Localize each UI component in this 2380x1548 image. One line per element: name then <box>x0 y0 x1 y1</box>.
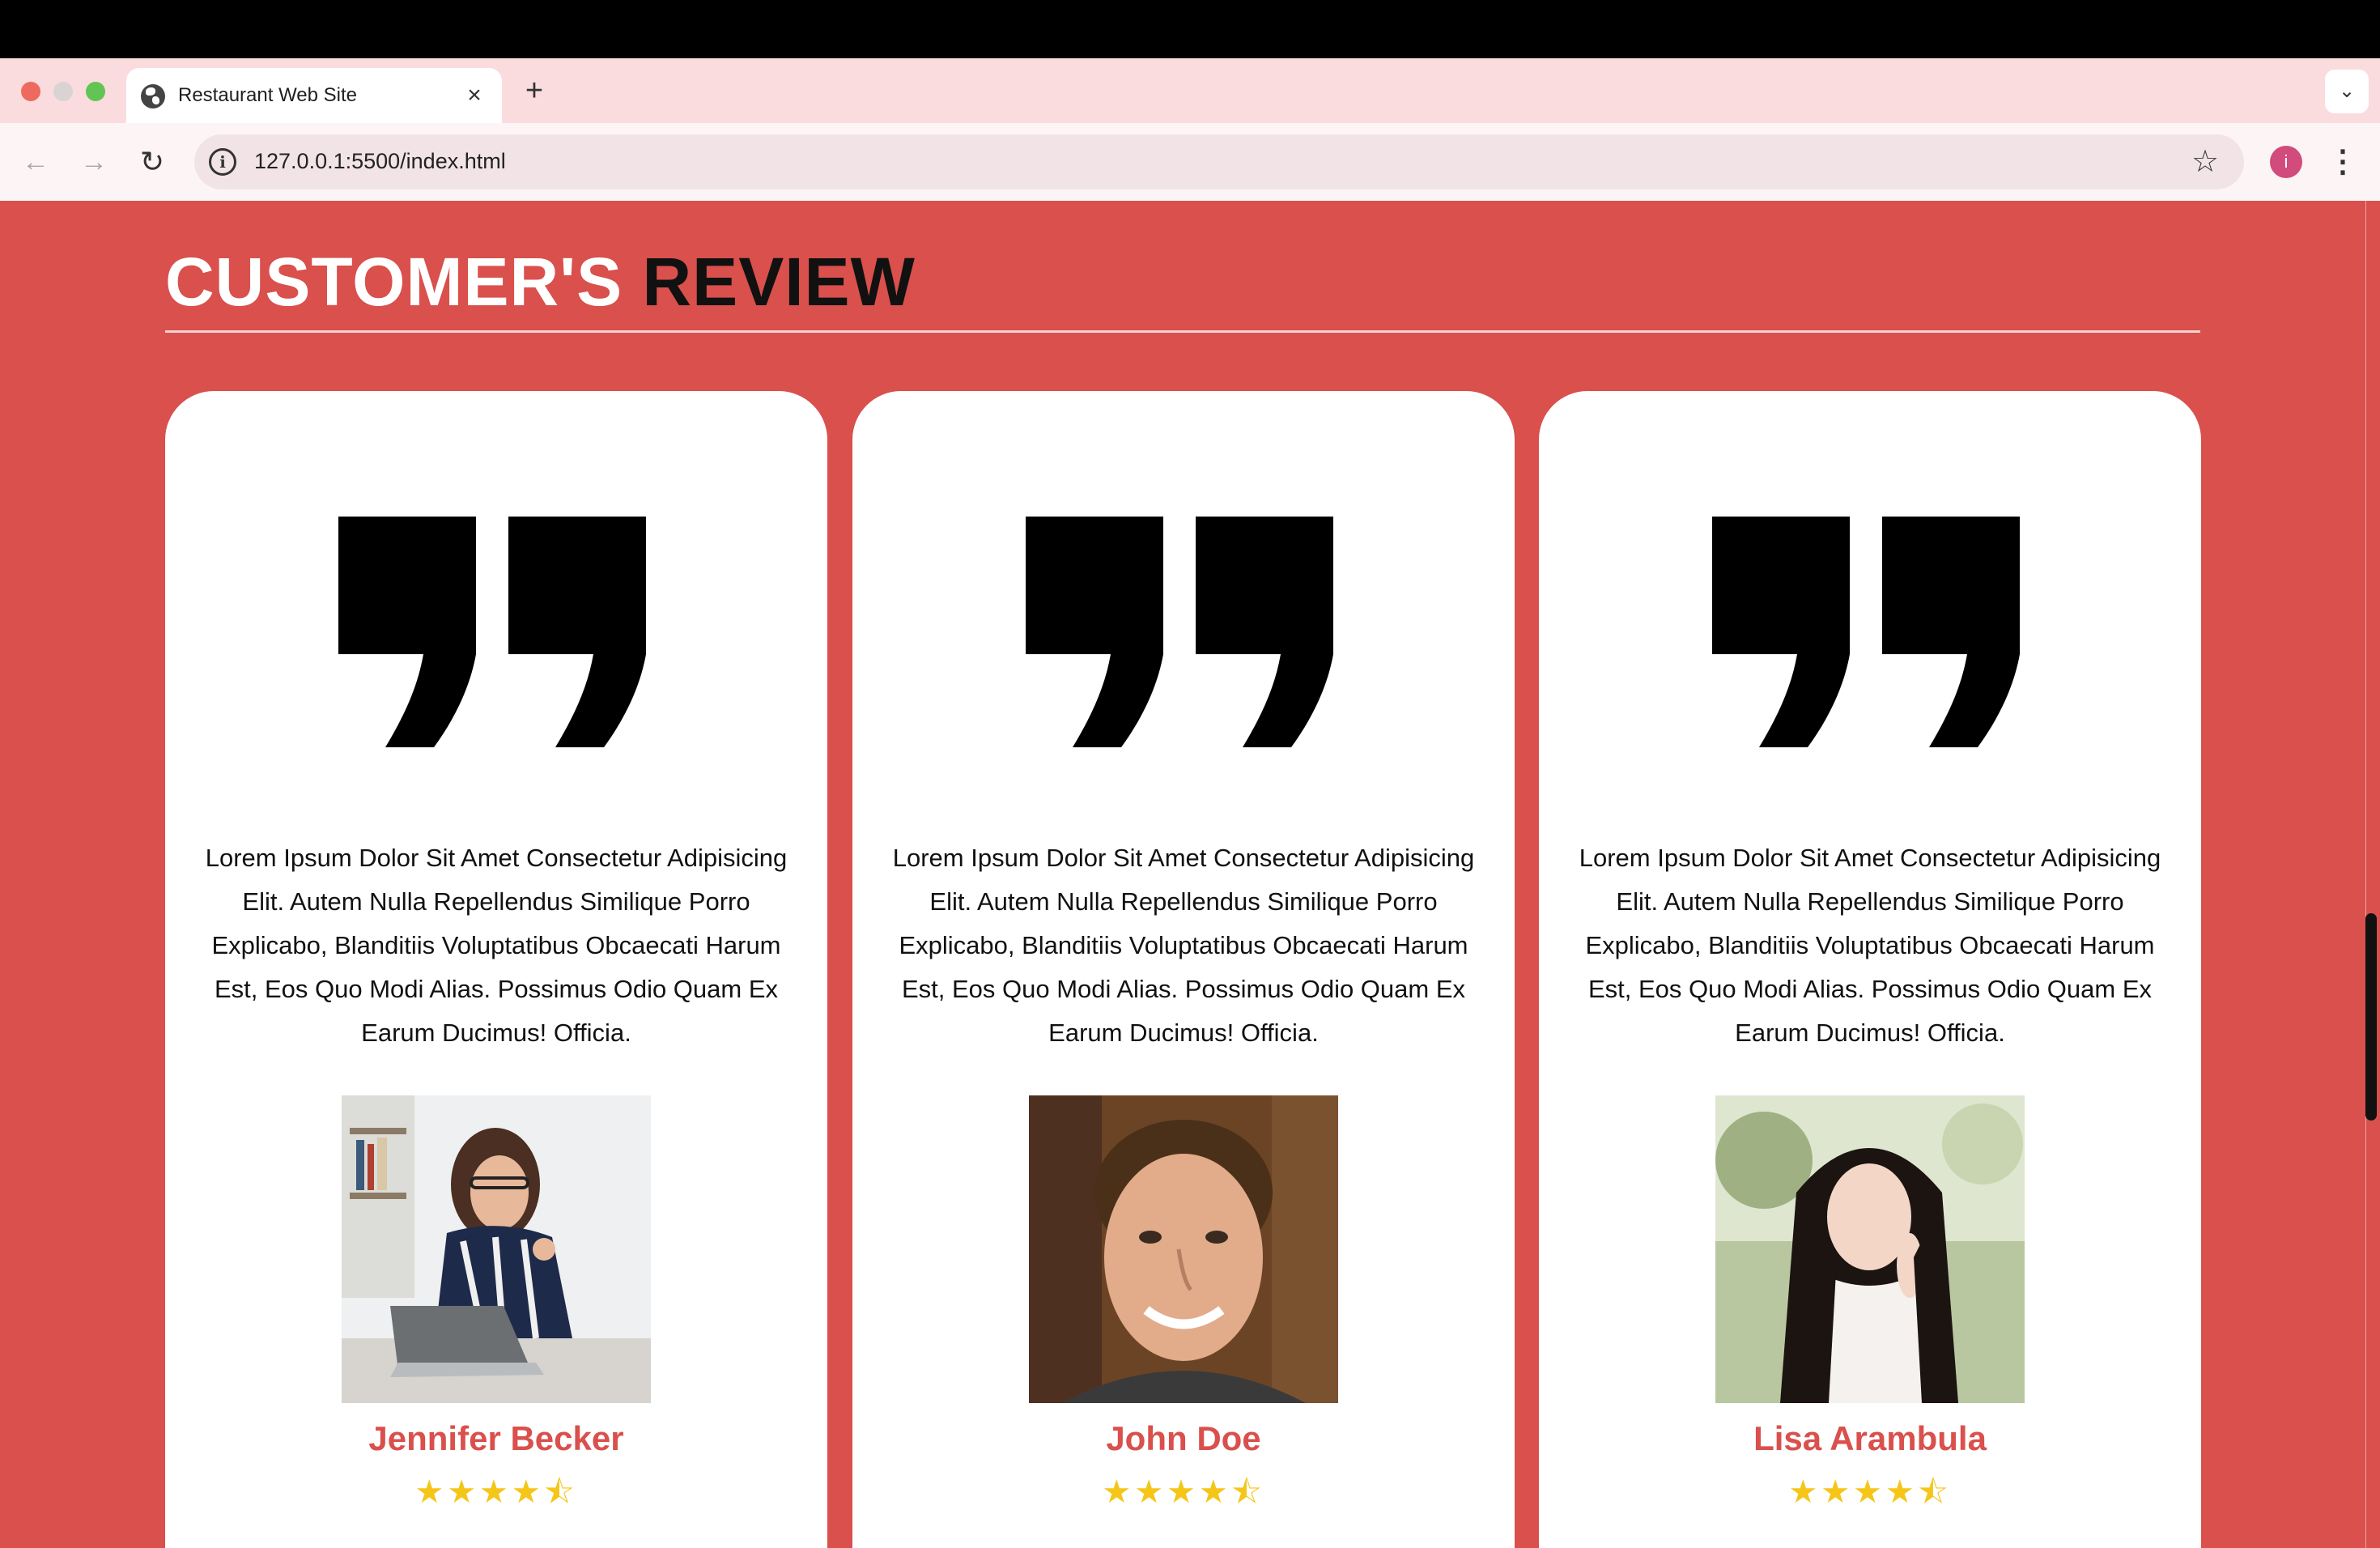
section-heading: CUSTOMER'S REVIEW <box>165 241 916 322</box>
customer-photo <box>342 1095 651 1403</box>
bookmark-star-icon[interactable]: ☆ <box>2186 142 2225 181</box>
heading-customers: CUSTOMER'S <box>165 244 623 320</box>
review-text: Lorem Ipsum Dolor Sit Amet Consectetur A… <box>892 844 1475 1047</box>
back-button[interactable]: ← <box>16 142 55 181</box>
url-text[interactable]: 127.0.0.1:5500/index.html <box>254 149 506 174</box>
scrollbar-thumb[interactable] <box>2365 913 2377 1121</box>
quote-icon <box>1712 517 2020 747</box>
heading-divider <box>165 330 2200 333</box>
close-tab-icon[interactable]: × <box>458 79 491 112</box>
tab-title: Restaurant Web Site <box>178 84 358 106</box>
reload-button[interactable]: ↻ <box>133 142 172 181</box>
forward-button[interactable]: → <box>74 142 113 181</box>
browser-menu-icon[interactable]: ⋮ <box>2325 142 2361 181</box>
review-card: Lorem Ipsum Dolor Sit Amet Consectetur A… <box>165 391 827 1548</box>
customer-name: Lisa Arambula <box>1753 1419 1987 1457</box>
quote-icon <box>338 517 646 747</box>
customer-photo <box>1029 1095 1338 1403</box>
review-text: Lorem Ipsum Dolor Sit Amet Consectetur A… <box>205 844 788 1047</box>
tab-restaurant-web-site[interactable]: Restaurant Web Site × <box>126 68 502 125</box>
address-bar[interactable]: i 127.0.0.1:5500/index.html <box>194 134 2244 189</box>
page-viewport: CUSTOMER'S REVIEW Lorem Ipsum Dolor Sit … <box>0 201 2380 1548</box>
star-rating-icon: ★★★★⯪ <box>1788 1474 1952 1510</box>
globe-icon <box>141 84 165 108</box>
review-card: Lorem Ipsum Dolor Sit Amet Consectetur A… <box>1539 391 2201 1548</box>
minimize-window-button[interactable] <box>53 82 73 101</box>
review-card: Lorem Ipsum Dolor Sit Amet Consectetur A… <box>852 391 1515 1548</box>
tab-search-button[interactable]: ⌄ <box>2325 70 2369 113</box>
profile-avatar[interactable]: i <box>2270 146 2302 178</box>
star-rating-icon: ★★★★⯪ <box>414 1474 578 1510</box>
customer-name: Jennifer Becker <box>368 1419 624 1457</box>
heading-review: REVIEW <box>642 244 916 320</box>
star-rating-icon: ★★★★⯪ <box>1102 1474 1265 1510</box>
new-tab-button[interactable]: + <box>516 73 552 108</box>
site-info-icon[interactable]: i <box>209 148 236 176</box>
close-window-button[interactable] <box>21 82 40 101</box>
customer-name: John Doe <box>1106 1419 1261 1457</box>
customer-photo <box>1715 1095 2025 1403</box>
scrollbar-track[interactable] <box>2365 201 2366 1548</box>
review-text: Lorem Ipsum Dolor Sit Amet Consectetur A… <box>1579 844 2161 1047</box>
maximize-window-button[interactable] <box>86 82 105 101</box>
quote-icon <box>1026 517 1333 747</box>
